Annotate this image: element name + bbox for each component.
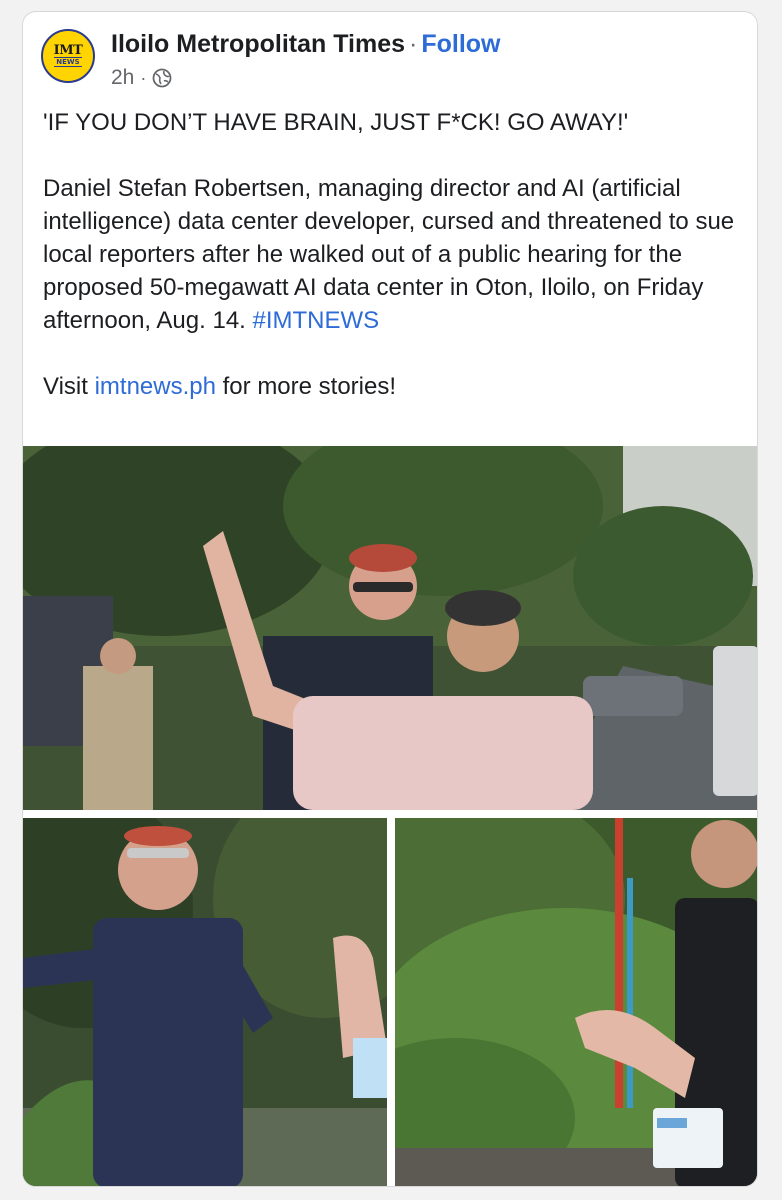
post-timestamp[interactable]: 2h bbox=[111, 66, 134, 90]
post-card: IMT NEWS Iloilo Metropolitan Times · Follo… bbox=[22, 11, 758, 1187]
post-photo-right[interactable] bbox=[395, 818, 757, 1186]
avatar-logo-subtext: NEWS bbox=[54, 57, 82, 67]
hashtag-link[interactable]: #IMTNEWS bbox=[253, 307, 380, 334]
follow-button[interactable]: Follow bbox=[421, 30, 500, 58]
post-text: 'IF YOU DON’T HAVE BRAIN, JUST F*CK! GO … bbox=[43, 106, 743, 436]
post-header: IMT NEWS Iloilo Metropolitan Times · Follo… bbox=[23, 12, 757, 100]
post-body: Daniel Stefan Robertsen, managing direct… bbox=[43, 172, 743, 337]
visit-prefix: Visit bbox=[43, 373, 88, 400]
post-headline: 'IF YOU DON’T HAVE BRAIN, JUST F*CK! GO … bbox=[43, 109, 629, 136]
avatar-logo-text: IMT bbox=[53, 43, 83, 58]
globe-icon bbox=[152, 68, 172, 88]
post-visit-line: Visit imtnews.ph for more stories! bbox=[43, 370, 743, 403]
post-meta: 2h · bbox=[111, 66, 172, 90]
page-avatar[interactable]: IMT NEWS bbox=[41, 29, 95, 83]
name-separator: · bbox=[409, 30, 418, 58]
page-name-link[interactable]: Iloilo Metropolitan Times bbox=[111, 30, 405, 58]
website-link[interactable]: imtnews.ph bbox=[95, 373, 216, 400]
visit-suffix: for more stories! bbox=[222, 373, 397, 400]
meta-separator: · bbox=[140, 67, 147, 88]
post-photo-main[interactable] bbox=[23, 446, 757, 810]
post-body-text: Daniel Stefan Robertsen, managing direct… bbox=[43, 175, 735, 334]
page-name-row: Iloilo Metropolitan Times · Follow bbox=[111, 30, 501, 59]
post-photo-left[interactable] bbox=[23, 818, 387, 1186]
